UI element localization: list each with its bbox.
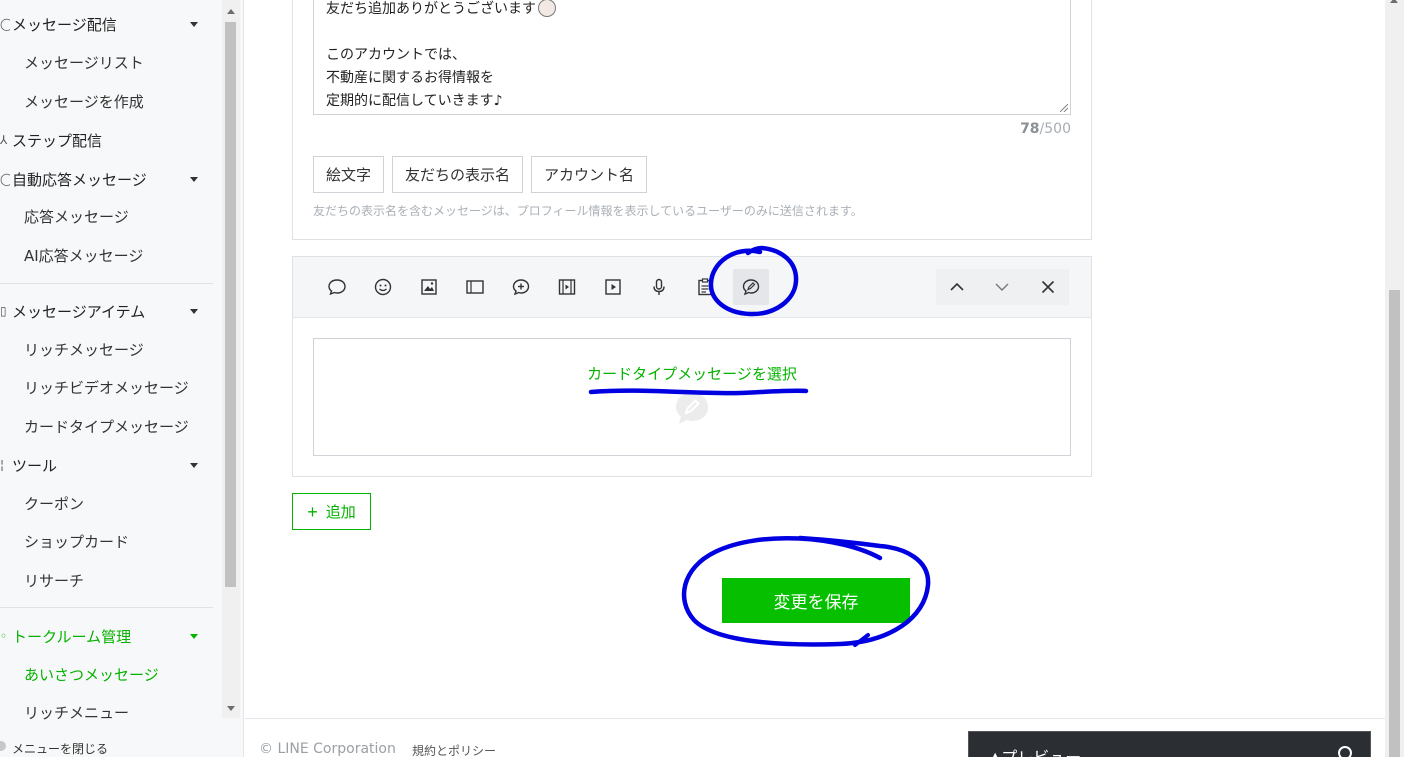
sidebar-item-greeting[interactable]: あいさつメッセージ: [24, 664, 159, 685]
chevron-down-icon[interactable]: [190, 22, 198, 27]
account-name-button[interactable]: アカウント名: [531, 156, 648, 193]
sidebar-item-message-list[interactable]: メッセージリスト: [24, 52, 144, 73]
card-type-message-card: カードタイプメッセージを選択: [292, 256, 1092, 477]
text-message-icon[interactable]: [319, 269, 355, 305]
sidebar-scrollbar-thumb[interactable]: [225, 22, 236, 587]
text-line: 友だち追加ありがとうございます: [326, 0, 1058, 21]
sidebar-section-message[interactable]: ◯ メッセージ配信: [0, 12, 117, 36]
text-line: [326, 21, 1058, 44]
sidebar-item-research[interactable]: リサーチ: [24, 570, 84, 591]
text-line: 定期的に配信していきます♪: [326, 93, 503, 109]
sidebar-divider: [0, 283, 213, 284]
copyright-text: © LINE Corporation: [259, 741, 396, 757]
footer-divider: [245, 718, 1385, 719]
friend-name-button[interactable]: 友だちの表示名: [392, 156, 524, 193]
scroll-up-icon[interactable]: [1390, 0, 1398, 3]
sidebar-item-card-type[interactable]: カードタイプメッセージ: [24, 416, 189, 437]
item-icon: ▯: [0, 304, 7, 318]
card-type-icon[interactable]: [733, 269, 769, 305]
page-scrollbar[interactable]: [1385, 0, 1404, 757]
move-down-icon[interactable]: [984, 269, 1020, 305]
text-line: 不動産に関するお得情報を: [326, 70, 494, 86]
research-icon[interactable]: [687, 269, 723, 305]
delete-icon[interactable]: [1030, 269, 1066, 305]
talkroom-icon: ◦: [0, 629, 8, 643]
greeting-text-input[interactable]: 友だち追加ありがとうございます このアカウントでは、 不動産に関するお得情報を …: [313, 0, 1071, 115]
close-menu-button[interactable]: メニューを閉じる: [0, 737, 244, 757]
scroll-down-icon[interactable]: [227, 706, 235, 711]
emoji-icon: [538, 0, 556, 17]
sidebar-section-talkroom[interactable]: ◦ トークルーム管理: [0, 624, 131, 648]
sidebar-item-rich-video[interactable]: リッチビデオメッセージ: [24, 377, 189, 398]
sidebar-item-rich-menu[interactable]: リッチメニュー: [24, 702, 129, 723]
sticker-icon[interactable]: [365, 269, 401, 305]
plus-icon: +: [307, 501, 318, 522]
app-root: ◯ メッセージ配信 メッセージリスト メッセージを作成 ⅄ ステップ配信 ◯ 自…: [0, 0, 1404, 757]
card-type-placeholder-icon: [676, 393, 708, 424]
sidebar-section-step[interactable]: ⅄ ステップ配信: [0, 128, 102, 152]
save-changes-button[interactable]: 変更を保存: [722, 578, 910, 623]
rich-message-icon[interactable]: [503, 269, 539, 305]
add-message-button[interactable]: + 追加: [292, 493, 371, 530]
sidebar-item-auto-reply[interactable]: 応答メッセージ: [24, 206, 129, 227]
sidebar: ◯ メッセージ配信 メッセージリスト メッセージを作成 ⅄ ステップ配信 ◯ 自…: [0, 0, 244, 757]
page-scrollbar-thumb[interactable]: [1389, 290, 1400, 757]
sidebar-section-item[interactable]: ▯ メッセージアイテム: [0, 299, 145, 323]
video-icon[interactable]: [595, 269, 631, 305]
chevron-down-icon[interactable]: [190, 309, 198, 314]
select-card-type-link[interactable]: カードタイプメッセージを選択: [314, 363, 1070, 384]
sidebar-item-coupon[interactable]: クーポン: [24, 493, 84, 514]
char-counter: 78/500: [1020, 121, 1071, 137]
insert-chips: 絵文字 友だちの表示名 アカウント名: [313, 156, 648, 193]
sidebar-section-auto-reply[interactable]: ◯ 自動応答メッセージ: [0, 167, 147, 191]
main-content: 友だち追加ありがとうございます このアカウントでは、 不動産に関するお得情報を …: [245, 0, 1385, 757]
emoji-button[interactable]: 絵文字: [313, 156, 385, 193]
chevron-down-icon[interactable]: [190, 463, 198, 468]
sidebar-item-ai-reply[interactable]: AI応答メッセージ: [24, 245, 143, 266]
friend-name-note: 友だちの表示名を含むメッセージは、プロフィール情報を表示しているユーザーのみに送…: [313, 204, 863, 218]
card-type-dropzone[interactable]: カードタイプメッセージを選択: [313, 338, 1071, 456]
rich-video-icon[interactable]: [549, 269, 585, 305]
move-up-icon[interactable]: [939, 269, 975, 305]
text-message-card: 友だち追加ありがとうございます このアカウントでは、 不動産に関するお得情報を …: [292, 0, 1092, 240]
voice-icon[interactable]: [641, 269, 677, 305]
help-icon[interactable]: [1338, 746, 1352, 757]
preview-panel-toggle[interactable]: ▲プレビュー: [968, 731, 1371, 757]
sidebar-item-message-create[interactable]: メッセージを作成: [24, 91, 144, 112]
message-type-toolbar: [293, 257, 1091, 318]
image-icon[interactable]: [411, 269, 447, 305]
sidebar-item-shop-card[interactable]: ショップカード: [24, 531, 129, 552]
sidebar-scrollbar[interactable]: [222, 0, 240, 718]
preview-label: ▲プレビュー: [989, 744, 1081, 757]
chevron-down-icon[interactable]: [190, 177, 198, 182]
scroll-up-icon[interactable]: [227, 9, 235, 14]
sidebar-item-rich-message[interactable]: リッチメッセージ: [24, 339, 144, 360]
coupon-icon[interactable]: [457, 269, 493, 305]
sidebar-divider: [0, 607, 213, 608]
terms-policy-link[interactable]: 規約とポリシー: [412, 742, 496, 757]
message-icon: ◯: [0, 17, 10, 31]
step-icon: ⅄: [0, 133, 8, 147]
chevron-down-icon[interactable]: [190, 634, 198, 639]
auto-reply-icon: ◯: [0, 172, 10, 186]
resize-handle-icon[interactable]: [1060, 104, 1068, 112]
sidebar-section-tool[interactable]: ¦ ツール: [0, 453, 57, 477]
text-line: このアカウントでは、: [326, 47, 466, 63]
close-menu-icon: [0, 741, 6, 751]
tool-icon: ¦: [0, 458, 5, 472]
